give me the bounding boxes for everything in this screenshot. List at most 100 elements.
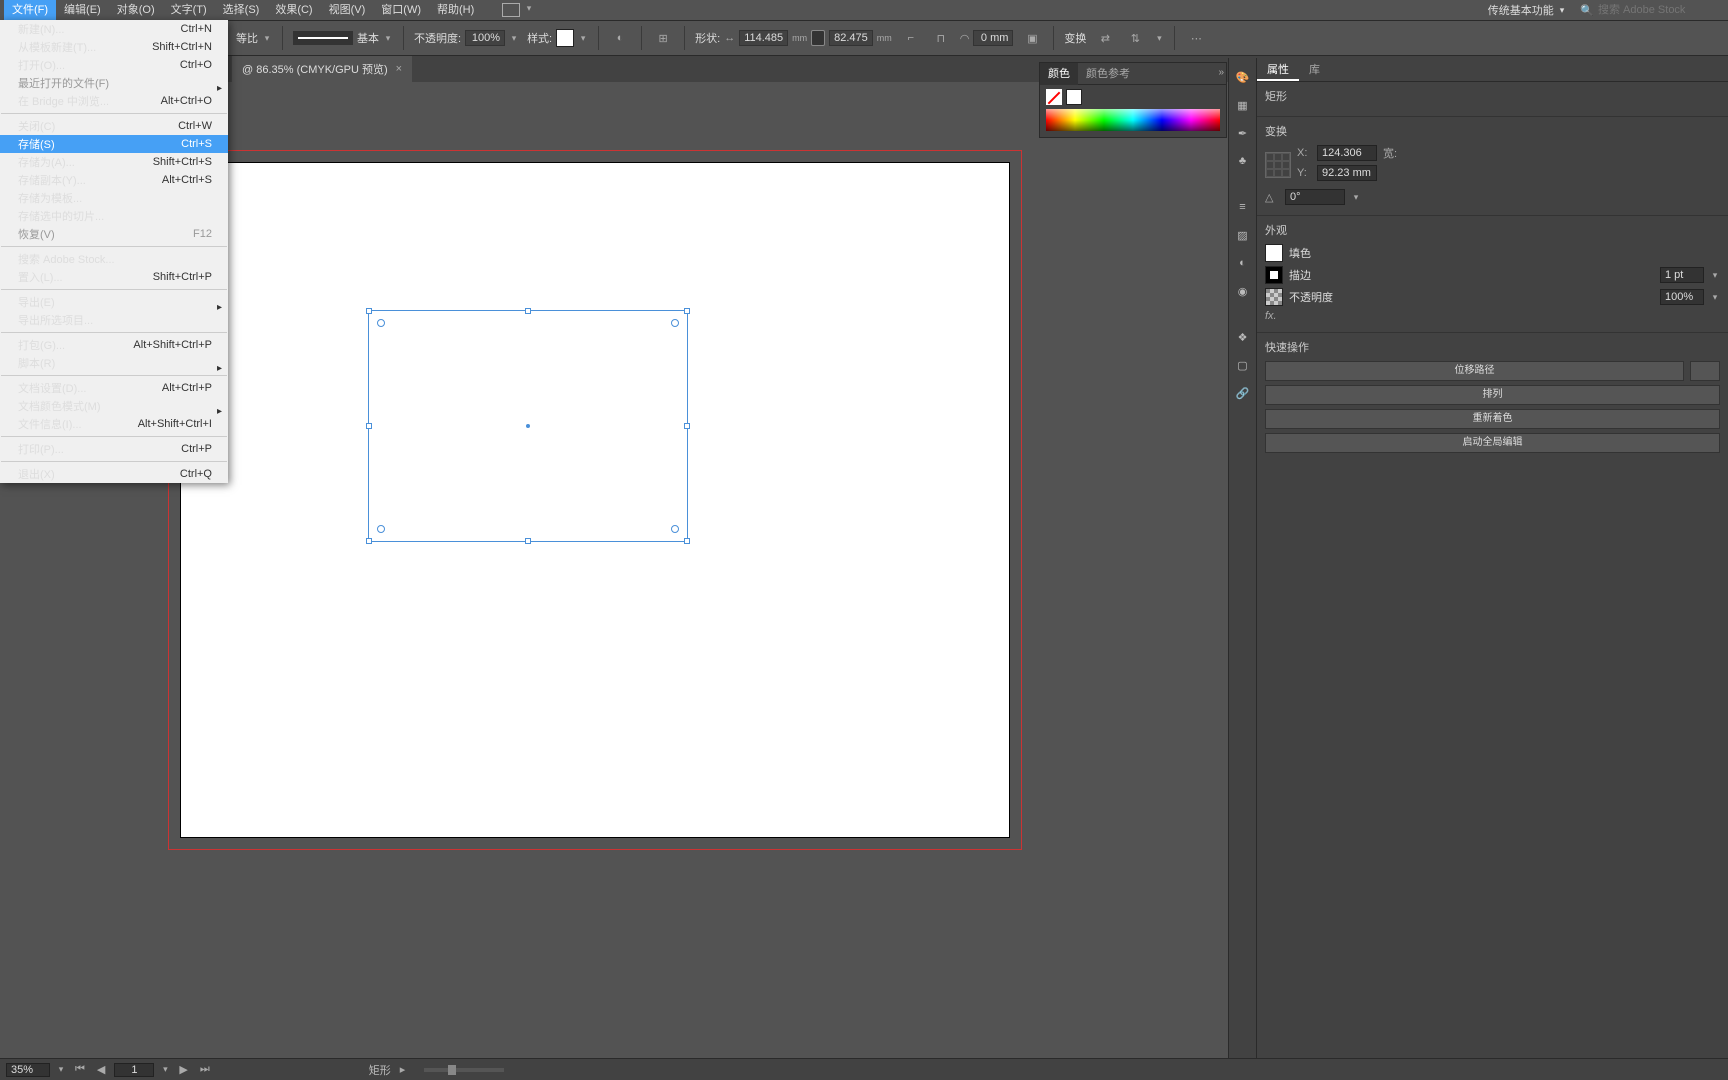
menu-object[interactable]: 对象(O)	[109, 0, 163, 20]
next-artboard-icon[interactable]: ▶	[176, 1063, 190, 1076]
file-menu-item[interactable]: 存储为(A)...Shift+Ctrl+S	[0, 153, 228, 171]
reference-point-selector[interactable]	[1265, 152, 1291, 178]
appearance-panel-icon[interactable]: ◉	[1232, 280, 1254, 302]
handle-mid-right[interactable]	[684, 423, 690, 429]
recolor-icon[interactable]: ◐	[609, 27, 631, 49]
properties-tab[interactable]: 属性	[1257, 58, 1299, 81]
menu-window[interactable]: 窗口(W)	[373, 0, 429, 20]
file-menu-item[interactable]: 脚本(R)	[0, 354, 228, 372]
opacity-swatch[interactable]	[1265, 288, 1283, 306]
first-artboard-icon[interactable]: ⏮	[72, 1063, 88, 1076]
y-field[interactable]	[1317, 165, 1377, 181]
corner-widget-bl[interactable]	[377, 525, 385, 533]
slider-thumb[interactable]	[448, 1065, 456, 1075]
file-menu-item[interactable]: 新建(N)...Ctrl+N	[0, 20, 228, 38]
fill-color-swatch[interactable]	[1265, 244, 1283, 262]
opacity-prop-field[interactable]	[1660, 289, 1704, 305]
align-icon[interactable]: ⊞	[652, 27, 674, 49]
artboard-dropdown[interactable]	[160, 1065, 170, 1075]
file-menu-item[interactable]: 存储为模板...	[0, 189, 228, 207]
file-menu-item[interactable]: 打印(P)...Ctrl+P	[0, 440, 228, 458]
stroke-color-swatch[interactable]	[1265, 266, 1283, 284]
transparency-panel-icon[interactable]: ◐	[1232, 252, 1254, 274]
no-fill-swatch[interactable]	[1046, 89, 1062, 105]
angle-field[interactable]	[1285, 189, 1345, 205]
file-menu-item[interactable]: 存储(S)Ctrl+S	[0, 135, 228, 153]
zoom-field[interactable]	[6, 1063, 50, 1077]
handle-top-mid[interactable]	[525, 308, 531, 314]
artboards-panel-icon[interactable]: ▢	[1232, 354, 1254, 376]
search-stock[interactable]: 🔍	[1574, 4, 1724, 17]
selection-menu-icon[interactable]: ▸	[397, 1063, 409, 1076]
brushes-panel-icon[interactable]: ✒	[1232, 122, 1254, 144]
swatches-panel-icon[interactable]: ▦	[1232, 94, 1254, 116]
arrange-h-icon[interactable]: ⇄	[1094, 27, 1116, 49]
file-menu-item[interactable]: 导出所选项目...	[0, 311, 228, 329]
angle-dropdown[interactable]	[1351, 192, 1361, 202]
panel-collapse-icon[interactable]: »	[1218, 67, 1224, 78]
arrange-button[interactable]: 排列	[1265, 385, 1720, 405]
stroke-weight-field[interactable]	[1660, 267, 1704, 283]
offset-path-button[interactable]: 位移路径	[1265, 361, 1684, 381]
menu-select[interactable]: 选择(S)	[215, 0, 268, 20]
handle-bot-left[interactable]	[366, 538, 372, 544]
libraries-tab[interactable]: 库	[1299, 58, 1330, 81]
file-menu-item[interactable]: 导出(E)	[0, 293, 228, 311]
menu-effect[interactable]: 效果(C)	[267, 0, 320, 20]
corner-widget-tr[interactable]	[671, 319, 679, 327]
arrange-documents-icon[interactable]	[502, 3, 520, 17]
file-menu-item[interactable]: 存储副本(Y)...Alt+Ctrl+S	[0, 171, 228, 189]
x-field[interactable]	[1317, 145, 1377, 161]
handle-bot-right[interactable]	[684, 538, 690, 544]
handle-mid-left[interactable]	[366, 423, 372, 429]
file-menu-item[interactable]: 从模板新建(T)...Shift+Ctrl+N	[0, 38, 228, 56]
handle-top-left[interactable]	[366, 308, 372, 314]
opacity-field[interactable]: 100%	[465, 30, 505, 46]
corner-field[interactable]: 0 mm	[973, 30, 1013, 46]
arrange-v-icon[interactable]: ⇅	[1124, 27, 1146, 49]
stroke-profile-preview[interactable]	[293, 31, 353, 45]
expand-button[interactable]	[1690, 361, 1720, 381]
file-menu-item[interactable]: 打包(G)...Alt+Shift+Ctrl+P	[0, 336, 228, 354]
menu-edit[interactable]: 编辑(E)	[56, 0, 109, 20]
workspace-switcher[interactable]: 传统基本功能	[1478, 2, 1575, 18]
opacity-dropdown[interactable]	[509, 33, 519, 43]
corner-type-icon[interactable]: ⌐	[900, 27, 922, 49]
file-menu-item[interactable]: 退出(X)Ctrl+Q	[0, 465, 228, 483]
color-tab[interactable]: 颜色	[1040, 63, 1078, 85]
color-guide-tab[interactable]: 颜色参考	[1078, 63, 1138, 85]
height-field[interactable]: 82.475	[829, 30, 873, 46]
document-tab[interactable]: @ 86.35% (CMYK/GPU 预览) ×	[232, 56, 412, 82]
search-stock-input[interactable]	[1598, 4, 1718, 16]
handle-top-right[interactable]	[684, 308, 690, 314]
last-artboard-icon[interactable]: ⏭	[197, 1063, 213, 1076]
menu-type[interactable]: 文字(T)	[163, 0, 215, 20]
selected-rectangle[interactable]	[368, 310, 688, 542]
global-edit-button[interactable]: 启动全局编辑	[1265, 433, 1720, 453]
zoom-dropdown[interactable]	[56, 1065, 66, 1075]
status-slider[interactable]	[424, 1068, 504, 1072]
fx-label[interactable]: fx.	[1265, 310, 1277, 322]
menu-help[interactable]: 帮助(H)	[429, 0, 482, 20]
uniform-dropdown[interactable]	[262, 33, 272, 43]
file-menu-item[interactable]: 关闭(C)Ctrl+W	[0, 117, 228, 135]
artboard-number-field[interactable]: 1	[114, 1063, 154, 1077]
style-swatch[interactable]	[556, 29, 574, 47]
file-menu-item[interactable]: 文档设置(D)...Alt+Ctrl+P	[0, 379, 228, 397]
gradient-panel-icon[interactable]: ▨	[1232, 224, 1254, 246]
width-field[interactable]: 114.485	[739, 30, 788, 46]
fill-swatch[interactable]	[1066, 89, 1082, 105]
handle-bot-mid[interactable]	[525, 538, 531, 544]
file-menu-item[interactable]: 置入(L)...Shift+Ctrl+P	[0, 268, 228, 286]
corner-widget-br[interactable]	[671, 525, 679, 533]
color-spectrum[interactable]	[1046, 109, 1220, 131]
file-menu-item[interactable]: 搜索 Adobe Stock...	[0, 250, 228, 268]
menu-file[interactable]: 文件(F)	[4, 0, 56, 20]
file-menu-item[interactable]: 文档颜色模式(M)	[0, 397, 228, 415]
prev-artboard-icon[interactable]: ◀	[94, 1063, 108, 1076]
corner-widget-tl[interactable]	[377, 319, 385, 327]
transform-label[interactable]: 变换	[1064, 30, 1086, 46]
opacity-prop-dropdown[interactable]	[1710, 292, 1720, 302]
style-dropdown[interactable]	[578, 33, 588, 43]
color-panel-icon[interactable]: 🎨	[1232, 66, 1254, 88]
